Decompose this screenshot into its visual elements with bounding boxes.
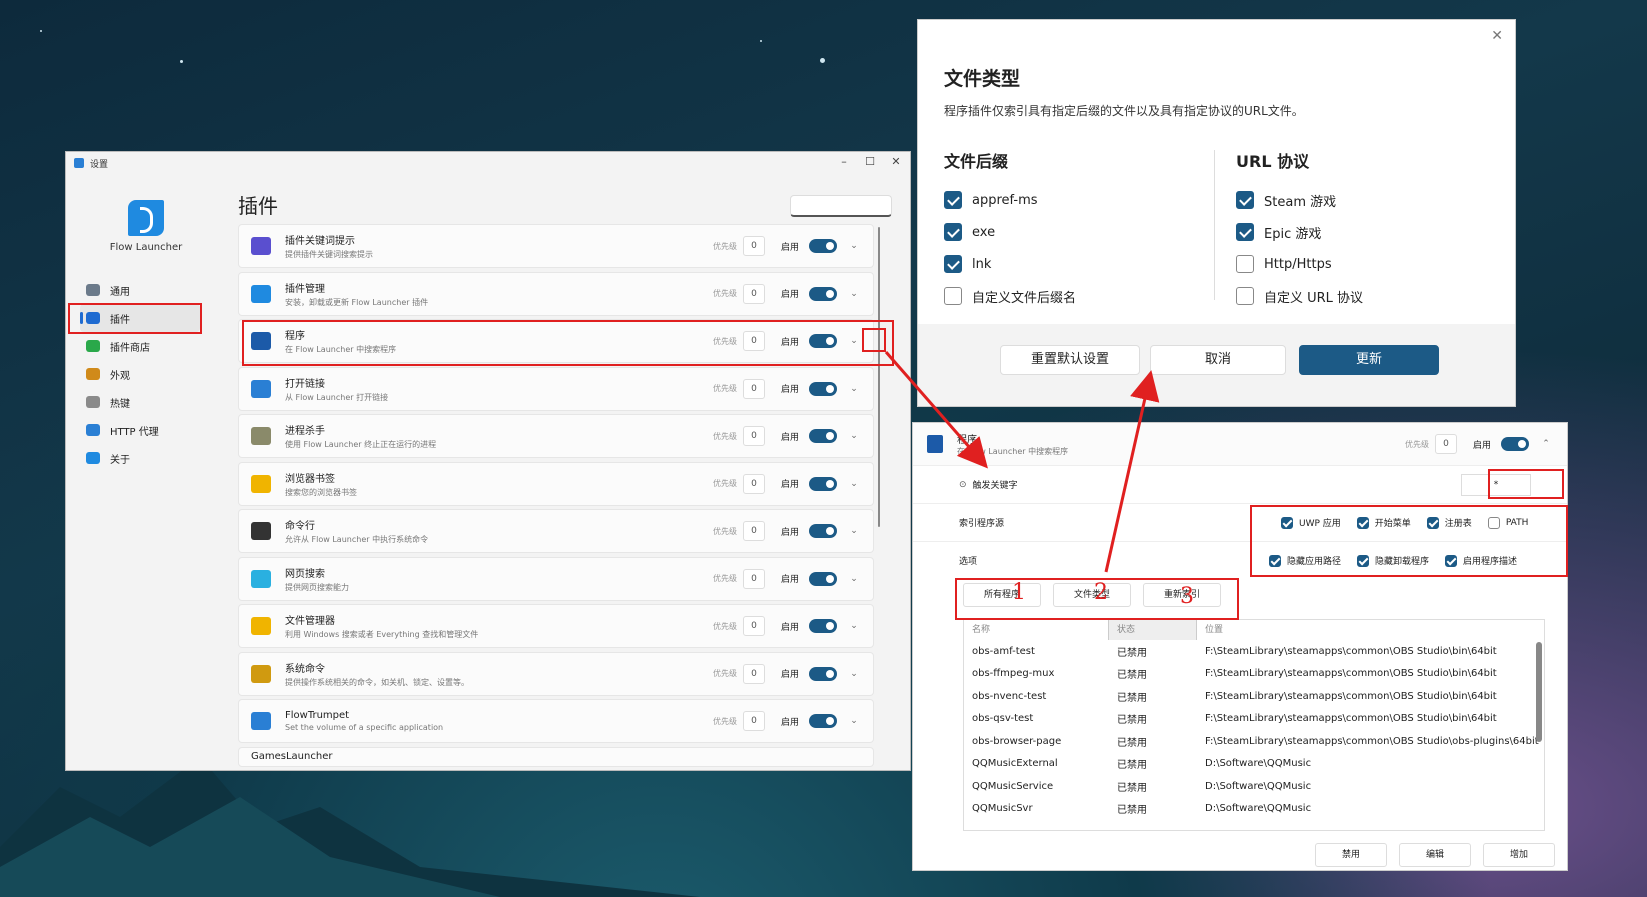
arrow-to-detail: [884, 351, 988, 469]
annotation-arrows: [884, 351, 1160, 573]
arrow-to-dialog: [1104, 370, 1160, 573]
